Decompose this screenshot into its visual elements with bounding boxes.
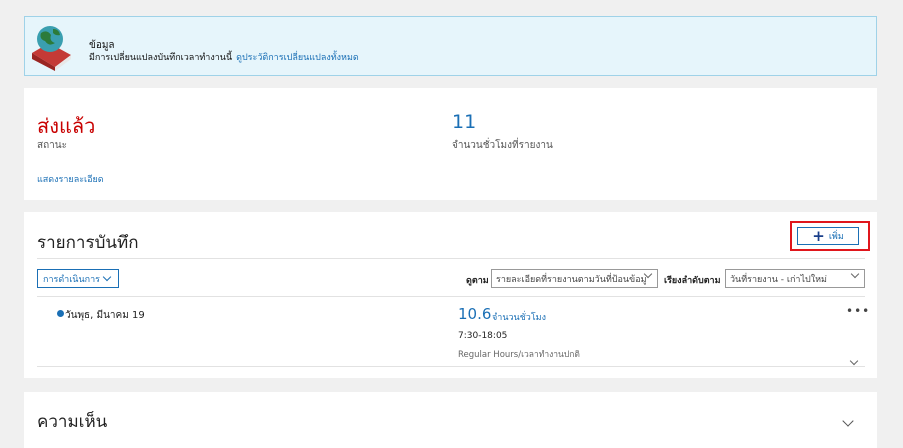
entry-hours-label[interactable]: จำนวนชั่วโมง [492, 310, 546, 324]
records-card: รายการบันทึก + เพิ่ม การดำเนินการ ดูตาม … [24, 212, 877, 378]
add-button[interactable]: + เพิ่ม [797, 227, 859, 245]
add-button-highlight: + เพิ่ม [790, 221, 870, 251]
change-history-link[interactable]: ดูประวัติการเปลี่ยนแปลงทั้งหมด [236, 53, 359, 63]
add-button-label: เพิ่ม [828, 232, 844, 242]
view-by-select[interactable]: รายละเอียดที่รายงานตามวันที่ป้อนข้อมู [491, 269, 658, 288]
reported-hours-label: จำนวนชั่วโมงที่รายงาน [452, 140, 553, 151]
reported-hours-value: 11 [452, 111, 477, 133]
chevron-down-icon [102, 272, 112, 282]
sort-by-select[interactable]: วันที่รายงาน - เก่าไปใหม่ [725, 269, 865, 288]
records-title: รายการบันทึก [37, 233, 139, 253]
view-by-value: รายละเอียดที่รายงานตามวันที่ป้อนข้อมู [496, 274, 647, 285]
chevron-down-icon [842, 415, 854, 427]
comments-card: ความเห็น [24, 392, 877, 448]
info-banner: ข้อมูล มีการเปลี่ยนแปลงบันทึกเวลาทำงานนี… [24, 16, 877, 76]
summary-card: ส่งแล้ว สถานะ 11 จำนวนชั่วโมงที่รายงาน แ… [24, 88, 877, 200]
show-details-link[interactable]: แสดงรายละเอียด [37, 172, 104, 186]
divider [37, 258, 865, 259]
sort-by-value: วันที่รายงาน - เก่าไปใหม่ [730, 274, 827, 285]
entry-status-dot [57, 310, 64, 317]
entry-day: วันพุธ, มีนาคม 19 [65, 310, 145, 321]
info-message: มีการเปลี่ยนแปลงบันทึกเวลาทำงานนี้ ดูประว… [89, 50, 359, 64]
chevron-down-icon [850, 270, 860, 279]
comments-title: ความเห็น [37, 412, 108, 432]
entry-hours[interactable]: 10.6 [458, 305, 491, 323]
status-label: สถานะ [37, 140, 67, 151]
info-message-text: มีการเปลี่ยนแปลงบันทึกเวลาทำงานนี้ [89, 53, 233, 63]
plus-icon: + [812, 226, 825, 245]
entry-pay-type: Regular Hours/เวลาทำงานปกติ [458, 350, 580, 360]
expand-comments-button[interactable] [842, 410, 854, 429]
actions-label: การดำเนินการ [43, 274, 100, 285]
sort-by-label: เรียงลำดับตาม [664, 276, 721, 286]
actions-dropdown[interactable]: การดำเนินการ [37, 269, 119, 288]
chevron-down-icon [849, 356, 859, 366]
book-globe-icon [32, 26, 71, 71]
view-by-label: ดูตาม [466, 276, 489, 286]
entry-time-range: 7:30-18:05 [458, 331, 508, 341]
divider [37, 366, 865, 367]
more-options-icon[interactable]: ••• [846, 304, 870, 318]
divider [37, 296, 865, 297]
